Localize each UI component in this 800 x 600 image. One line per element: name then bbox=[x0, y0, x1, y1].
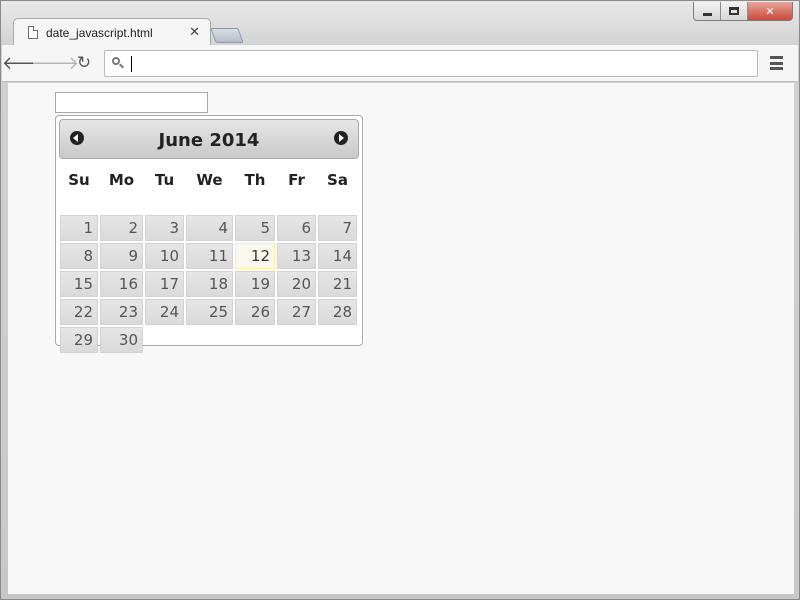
browser-window: ✕ date_javascript.html ✕ 🡐 🡒 ↻ June 2014… bbox=[0, 0, 800, 600]
day-cell[interactable]: 14 bbox=[318, 243, 357, 269]
day-cell[interactable]: 24 bbox=[145, 299, 184, 325]
day-cell[interactable]: 13 bbox=[277, 243, 316, 269]
day-cell[interactable]: 3 bbox=[145, 215, 184, 241]
tab-title: date_javascript.html bbox=[46, 25, 153, 40]
new-tab-button[interactable] bbox=[210, 28, 244, 43]
page-icon bbox=[28, 26, 38, 39]
day-cell[interactable]: 29 bbox=[60, 327, 98, 353]
weekday-label: Tu bbox=[154, 171, 175, 189]
address-bar[interactable] bbox=[104, 50, 758, 77]
close-icon: ✕ bbox=[765, 4, 775, 18]
weekday-label: Th bbox=[244, 171, 266, 189]
day-cell[interactable]: 6 bbox=[277, 215, 316, 241]
day-cell[interactable]: 28 bbox=[318, 299, 357, 325]
day-cell[interactable]: 11 bbox=[186, 243, 233, 269]
day-cell[interactable]: 27 bbox=[277, 299, 316, 325]
maximize-button[interactable] bbox=[721, 2, 748, 20]
day-cell[interactable]: 21 bbox=[318, 271, 357, 297]
day-cell[interactable]: 20 bbox=[277, 271, 316, 297]
window-controls: ✕ bbox=[693, 2, 793, 21]
datepicker-header: June 2014 bbox=[59, 119, 359, 159]
page-content: June 2014 Su Mo Tu We Th Fr Sa 1 2 3 4 5 6 7 8 9 10 11 12 1… bbox=[8, 83, 794, 594]
month-year-title: June 2014 bbox=[158, 130, 260, 151]
day-cell[interactable]: 25 bbox=[186, 299, 233, 325]
day-cell[interactable]: 23 bbox=[100, 299, 143, 325]
day-cell[interactable]: 9 bbox=[100, 243, 143, 269]
close-window-button[interactable]: ✕ bbox=[748, 2, 792, 20]
day-cell[interactable]: 26 bbox=[235, 299, 275, 325]
day-cell[interactable]: 22 bbox=[60, 299, 98, 325]
day-cell[interactable]: 8 bbox=[60, 243, 98, 269]
day-cell[interactable]: 5 bbox=[235, 215, 275, 241]
weekday-label: Mo bbox=[108, 171, 135, 189]
day-cell[interactable]: 10 bbox=[145, 243, 184, 269]
minimize-icon bbox=[702, 12, 712, 16]
day-cell[interactable]: 1 bbox=[60, 215, 98, 241]
weekday-label: Sa bbox=[327, 171, 348, 189]
forward-arrow-icon[interactable]: 🡒 bbox=[31, 53, 79, 74]
day-cell[interactable]: 19 bbox=[235, 271, 275, 297]
tab-close-icon[interactable]: ✕ bbox=[189, 25, 200, 40]
day-cell[interactable]: 15 bbox=[60, 271, 98, 297]
day-cell[interactable]: 4 bbox=[186, 215, 233, 241]
day-cell[interactable]: 18 bbox=[186, 271, 233, 297]
tab-active[interactable]: date_javascript.html ✕ bbox=[13, 18, 211, 46]
weekday-label: Fr bbox=[288, 171, 305, 189]
day-cell[interactable]: 17 bbox=[145, 271, 184, 297]
maximize-icon bbox=[729, 7, 739, 15]
weekday-label: Su bbox=[68, 171, 90, 189]
menu-icon[interactable] bbox=[770, 56, 783, 70]
day-cell[interactable]: 7 bbox=[318, 215, 357, 241]
next-month-icon[interactable] bbox=[334, 131, 348, 145]
browser-toolbar: 🡐 🡒 ↻ bbox=[2, 45, 798, 82]
day-cell[interactable]: 2 bbox=[100, 215, 143, 241]
day-cell[interactable]: 12 bbox=[235, 243, 275, 269]
search-icon bbox=[111, 56, 125, 70]
day-cell[interactable]: 30 bbox=[100, 327, 143, 353]
minimize-button[interactable] bbox=[694, 2, 721, 20]
datepicker: June 2014 Su Mo Tu We Th Fr Sa 1 2 3 4 5 6 7 8 9 10 11 12 1… bbox=[55, 115, 363, 353]
date-input[interactable] bbox=[55, 92, 208, 113]
weekday-label: We bbox=[196, 171, 223, 189]
reload-icon[interactable]: ↻ bbox=[74, 53, 94, 73]
text-caret bbox=[131, 56, 132, 72]
day-cell[interactable]: 16 bbox=[100, 271, 143, 297]
